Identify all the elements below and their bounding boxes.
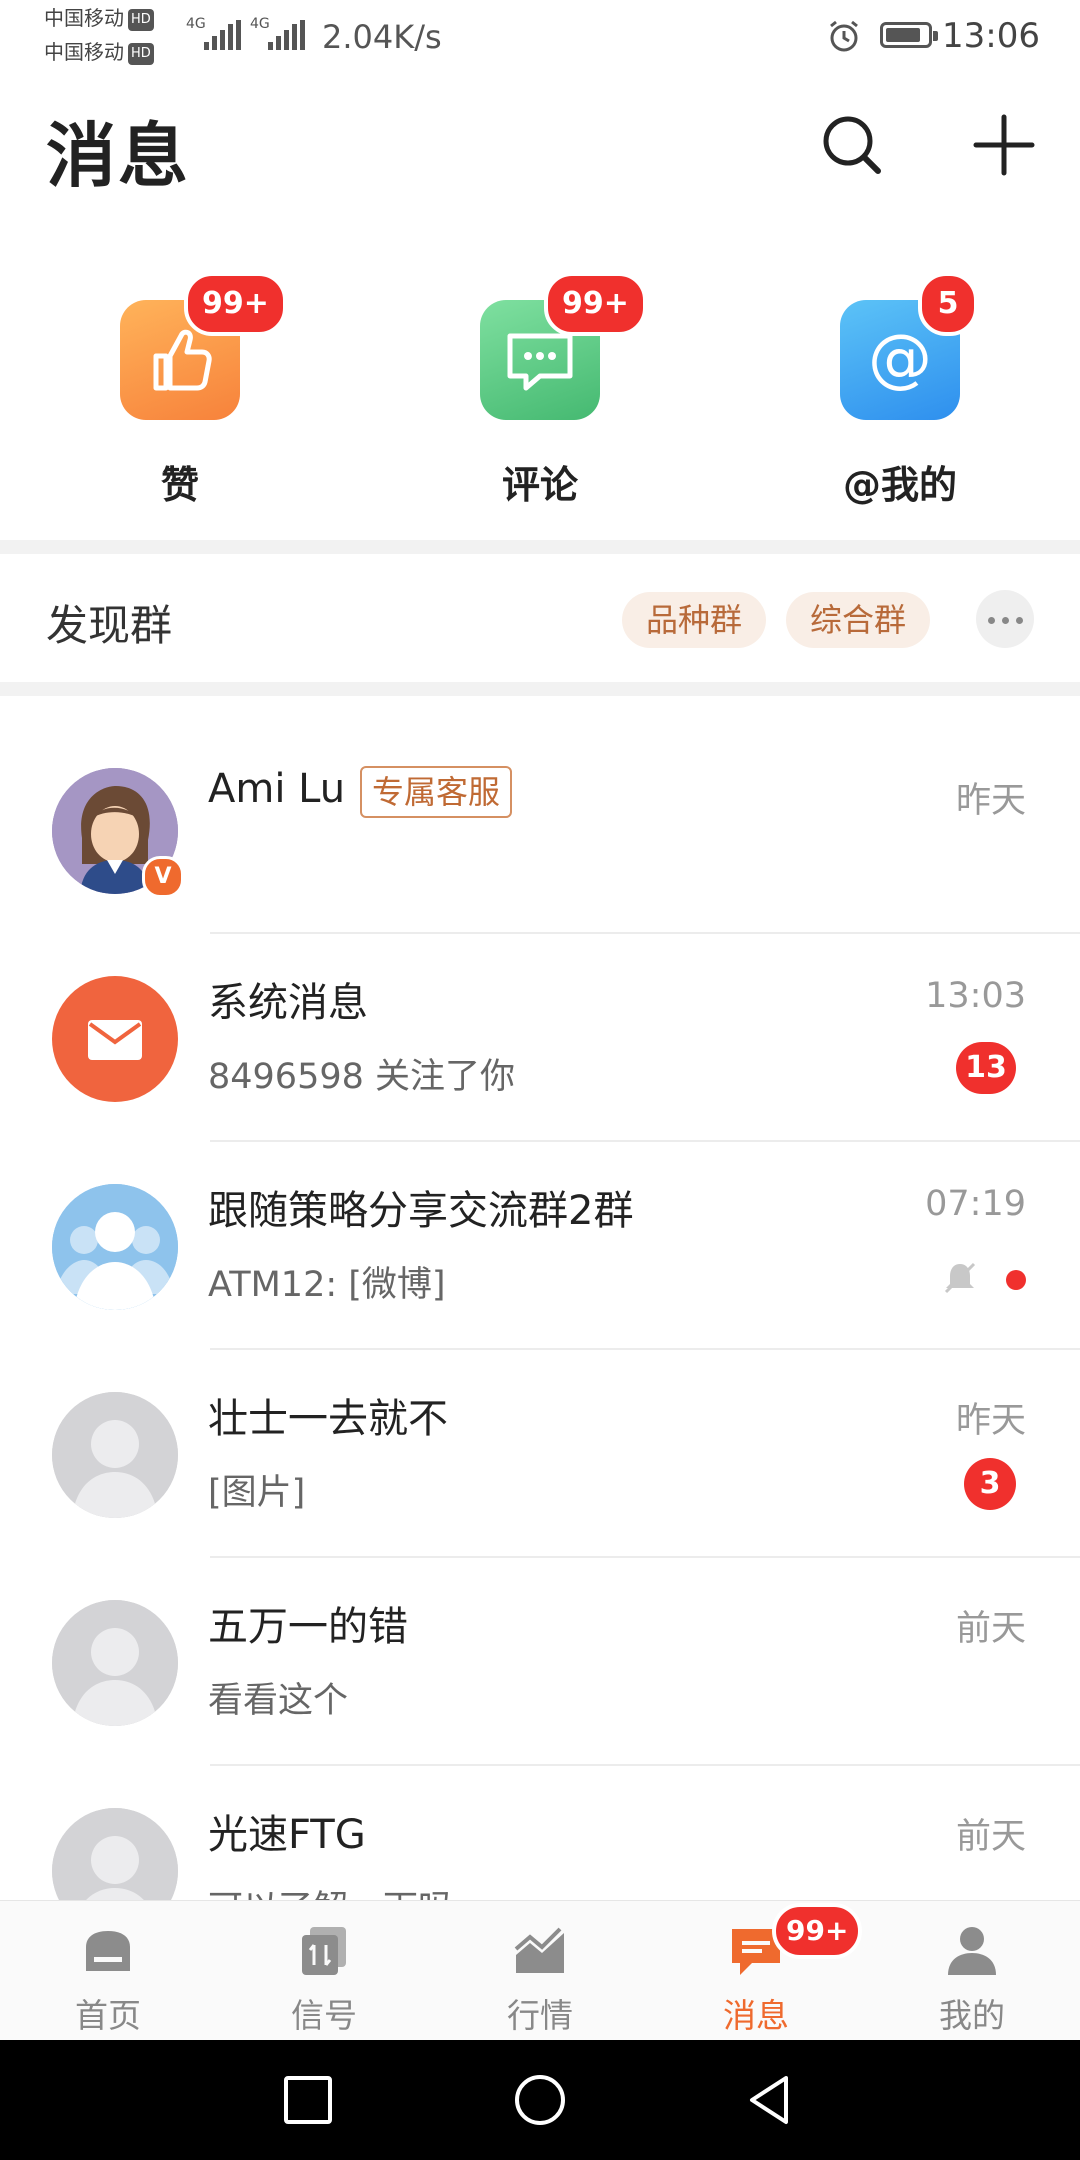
unread-badge: 13 — [956, 1042, 1016, 1094]
section-divider — [0, 682, 1080, 696]
default-avatar-icon — [52, 1600, 178, 1726]
search-icon — [823, 116, 881, 174]
unread-badge: 3 — [964, 1458, 1016, 1510]
nav-market[interactable]: 行情 — [432, 1911, 648, 2037]
conversation-preview: 8496598 关注了你 — [208, 1057, 516, 1097]
back-icon[interactable] — [742, 2072, 798, 2128]
section-divider — [0, 540, 1080, 554]
network-type-2: 4G — [250, 16, 270, 32]
conversation-preview: 可以了解一下吗 — [208, 1880, 453, 1900]
chip-variety-group[interactable]: 品种群 — [622, 592, 767, 648]
alarm-icon — [830, 20, 858, 52]
conversation-time: 前天 — [955, 1609, 1026, 1649]
battery-icon — [880, 22, 938, 48]
signal-icon-1: 4G — [186, 16, 246, 52]
mail-icon — [88, 1020, 142, 1060]
verified-badge-icon: V — [142, 856, 184, 898]
conversation-name: Ami Lu — [208, 766, 346, 812]
recent-apps-icon[interactable] — [282, 2074, 334, 2126]
hd-badge: HD — [128, 42, 154, 65]
quick-action-comments[interactable]: 99+ 评论 — [460, 272, 647, 509]
mute-icon — [944, 1262, 976, 1294]
conversation-time: 前天 — [955, 1817, 1026, 1857]
more-button[interactable] — [976, 590, 1034, 648]
add-button[interactable] — [964, 105, 1044, 185]
nav-messages-badge: 99+ — [772, 1903, 863, 1959]
carrier-1-label: 中国移动 — [44, 6, 124, 30]
page-title: 消息 — [46, 115, 190, 197]
conversation-preview: ATM12: [微博] — [208, 1265, 446, 1305]
nav-messages[interactable]: 99+ 消息 — [648, 1903, 864, 2037]
home-icon — [86, 1931, 130, 1971]
home-circle-icon[interactable] — [512, 2072, 568, 2128]
bottom-nav: 首页 信号 行情 99+ 消息 我的 — [0, 1900, 1080, 2041]
conversation-time: 昨天 — [955, 1401, 1026, 1441]
carrier-1: 中国移动 HD — [44, 8, 154, 31]
quick-action-likes[interactable]: 99+ 赞 — [100, 272, 287, 509]
mentions-badge: 5 — [918, 272, 978, 336]
conversation-row[interactable]: 跟随策略分享交流群2群 ATM12: [微博] 07:19 — [0, 1142, 1080, 1350]
quick-action-mentions[interactable]: @ 5 @我的 — [820, 272, 980, 509]
conversation-preview: 看看这个 — [208, 1681, 349, 1721]
likes-tile[interactable]: 99+ — [120, 272, 287, 420]
conversation-name: 壮士一去就不 — [208, 1396, 448, 1442]
plus-icon — [973, 114, 1035, 176]
mentions-tile[interactable]: @ 5 — [840, 272, 978, 420]
group-icon — [52, 1184, 178, 1310]
carrier-2-label: 中国移动 — [44, 40, 124, 64]
conversation-row[interactable]: 五万一的错 看看这个 前天 — [0, 1558, 1080, 1766]
nav-signal-label: 信号 — [291, 1996, 357, 2035]
profile-icon — [948, 1927, 996, 1975]
network-type-1: 4G — [186, 16, 206, 32]
avatar — [52, 1600, 178, 1726]
market-chart-icon — [514, 1927, 564, 1973]
comments-badge: 99+ — [544, 272, 647, 336]
nav-signal[interactable]: 信号 — [216, 1911, 432, 2037]
system-nav-bar — [0, 2040, 1080, 2160]
nav-market-label: 行情 — [507, 1996, 573, 2035]
discover-groups-title: 发现群 — [46, 601, 173, 650]
conversation-time: 13:03 — [925, 976, 1026, 1016]
conversation-time: 昨天 — [955, 781, 1026, 821]
status-bar: 中国移动 HD 中国移动 HD 4G 4G 2.04K/s 13:06 — [0, 0, 1080, 72]
hd-badge: HD — [128, 8, 154, 31]
network-speed: 2.04K/s — [322, 18, 442, 56]
chip-general-group[interactable]: 综合群 — [786, 592, 931, 648]
svg-text:@: @ — [868, 322, 932, 396]
mentions-label: @我的 — [842, 463, 957, 507]
conversation-name: 五万一的错 — [208, 1604, 408, 1650]
conversation-name: 光速FTG — [208, 1812, 366, 1858]
default-avatar-icon — [52, 1392, 178, 1518]
signal-icon — [302, 1927, 346, 1975]
nav-home-label: 首页 — [75, 1996, 141, 2035]
clock: 13:06 — [942, 16, 1040, 56]
nav-profile-label: 我的 — [939, 1996, 1005, 2035]
nav-profile[interactable]: 我的 — [864, 1911, 1080, 2037]
conversation-time: 07:19 — [925, 1184, 1026, 1224]
likes-label: 赞 — [160, 463, 199, 507]
conversation-row[interactable]: 光速FTG 可以了解一下吗 前天 — [0, 1766, 1080, 1900]
likes-badge: 99+ — [184, 272, 287, 336]
conversation-name: 跟随策略分享交流群2群 — [208, 1188, 634, 1234]
avatar — [52, 976, 178, 1102]
conversation-row[interactable]: 壮士一去就不 [图片] 昨天 3 — [0, 1350, 1080, 1558]
unread-dot — [1006, 1270, 1026, 1290]
carrier-2: 中国移动 HD — [44, 42, 154, 65]
nav-messages-label: 消息 — [723, 1996, 789, 2035]
avatar — [52, 1392, 178, 1518]
nav-home[interactable]: 首页 — [0, 1911, 216, 2037]
avatar — [52, 1808, 178, 1900]
exclusive-service-tag: 专属客服 — [360, 766, 513, 818]
signal-icon-2: 4G — [250, 16, 310, 52]
conversation-row[interactable]: V Ami Lu 专属客服 昨天 — [0, 726, 1080, 934]
conversation-row[interactable]: 系统消息 8496598 关注了你 13:03 13 — [0, 934, 1080, 1142]
search-button[interactable] — [812, 105, 892, 185]
default-avatar-icon — [52, 1808, 178, 1900]
comments-tile[interactable]: 99+ — [480, 272, 647, 420]
avatar — [52, 1184, 178, 1310]
conversation-name: 系统消息 — [208, 980, 368, 1026]
comments-label: 评论 — [501, 463, 578, 507]
conversation-preview: [图片] — [208, 1473, 306, 1513]
